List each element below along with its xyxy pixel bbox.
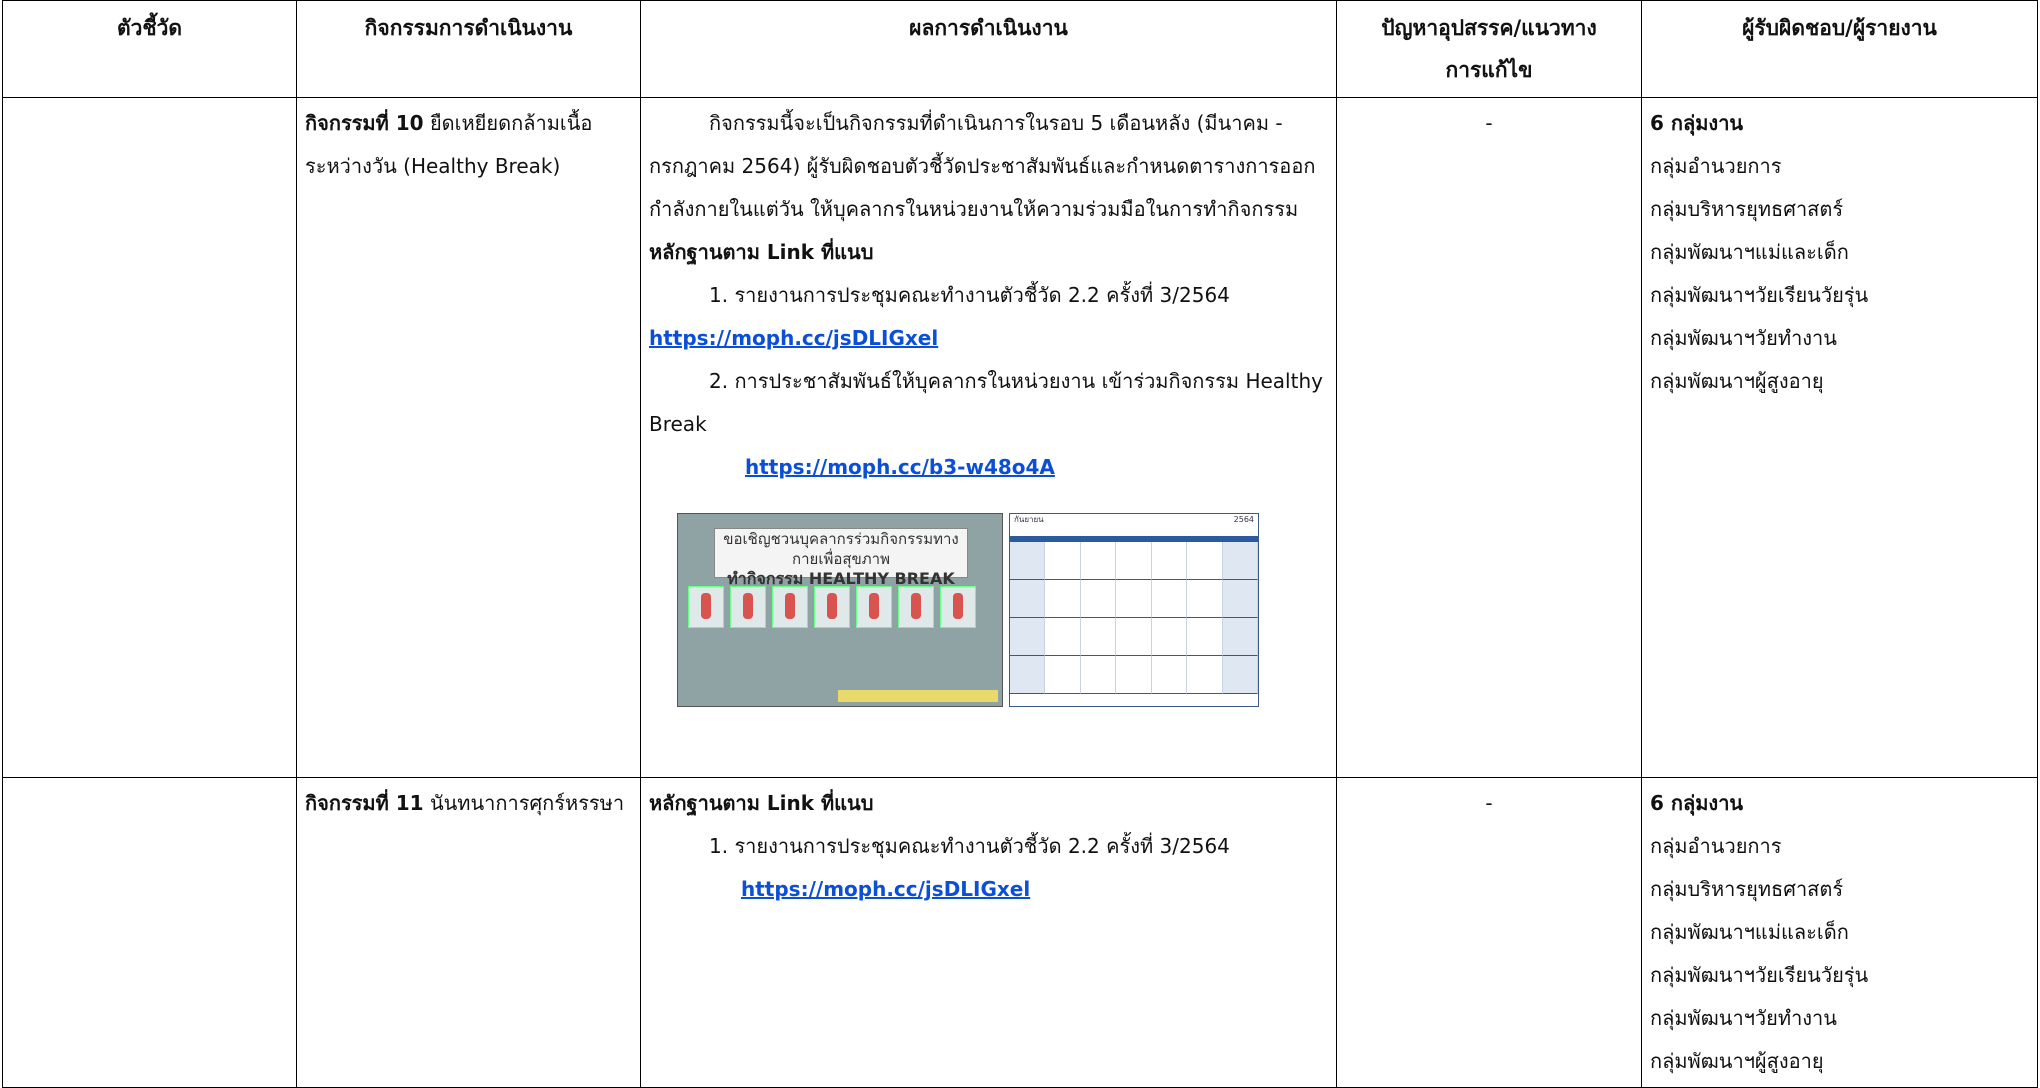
evidence-item-1: 1. รายงานการประชุมคณะทำงานตัวชี้วัด 2.2 … bbox=[709, 834, 1230, 858]
calendar-day bbox=[1222, 656, 1258, 694]
evidence-item-2: 2. การประชาสัมพันธ์ให้บุคลากรในหน่วยงาน … bbox=[649, 369, 1323, 436]
exercise-figure bbox=[898, 586, 934, 628]
evidence-title: หลักฐานตาม Link ที่แนบ bbox=[649, 240, 874, 264]
calendar-day bbox=[1151, 656, 1188, 694]
header-activity: กิจกรรมการดำเนินงาน bbox=[296, 0, 641, 98]
activity-number: กิจกรรมที่ 11 bbox=[305, 791, 424, 815]
calendar-day bbox=[1080, 542, 1117, 580]
owner-item: กลุ่มพัฒนาฯแม่และเด็ก bbox=[1650, 240, 1849, 264]
result-paragraph: กิจกรรมนี้จะเป็นกิจกรรมที่ดำเนินการในรอบ… bbox=[649, 111, 1316, 221]
owner-item: กลุ่มพัฒนาฯวัยเรียนวัยรุ่น bbox=[1650, 963, 1869, 987]
table-row-activity-11: กิจกรรมที่ 11 นันทนาการศุกร์หรรษา หลักฐา… bbox=[2, 777, 2038, 1088]
calendar-day bbox=[1116, 580, 1152, 618]
evidence-title: หลักฐานตาม Link ที่แนบ bbox=[649, 791, 874, 815]
exercise-figure bbox=[940, 586, 976, 628]
indicator-cell bbox=[2, 97, 297, 778]
owner-item: กลุ่มพัฒนาฯผู้สูงอายุ bbox=[1650, 1049, 1824, 1073]
calendar-day bbox=[1116, 656, 1152, 694]
exercise-figure bbox=[730, 586, 766, 628]
poster-exercise-figures bbox=[688, 586, 976, 628]
calendar-day bbox=[1010, 580, 1046, 618]
evidence-item-1: 1. รายงานการประชุมคณะทำงานตัวชี้วัด 2.2 … bbox=[709, 283, 1230, 307]
owner-item: กลุ่มบริหารยุทธศาสตร์ bbox=[1650, 877, 1844, 901]
owner-item: กลุ่มอำนวยการ bbox=[1650, 834, 1782, 858]
owner-item: กลุ่มพัฒนาฯวัยเรียนวัยรุ่น bbox=[1650, 283, 1869, 307]
calendar-day bbox=[1187, 580, 1223, 618]
owner-cell: 6 กลุ่มงาน กลุ่มอำนวยการ กลุ่มบริหารยุทธ… bbox=[1641, 97, 2038, 778]
report-table: ตัวชี้วัด กิจกรรมการดำเนินงาน ผลการดำเนิ… bbox=[2, 0, 2038, 1088]
calendar-day bbox=[1080, 656, 1117, 694]
evidence-link-1[interactable]: https://moph.cc/jsDLIGxel bbox=[741, 877, 1030, 901]
calendar-day bbox=[1151, 618, 1188, 656]
calendar-day bbox=[1010, 618, 1046, 656]
owner-item: กลุ่มพัฒนาฯวัยทำงาน bbox=[1650, 1006, 1837, 1030]
owner-item: กลุ่มพัฒนาฯผู้สูงอายุ bbox=[1650, 369, 1824, 393]
calendar-day bbox=[1080, 618, 1117, 656]
owner-item: กลุ่มบริหารยุทธศาสตร์ bbox=[1650, 197, 1844, 221]
problem-cell: - bbox=[1336, 777, 1642, 1088]
exercise-figure bbox=[688, 586, 724, 628]
calendar-day bbox=[1151, 580, 1188, 618]
activity-number: กิจกรรมที่ 10 bbox=[305, 111, 424, 135]
evidence-link-2[interactable]: https://moph.cc/b3-w48o4A bbox=[745, 455, 1055, 479]
header-indicator: ตัวชี้วัด bbox=[2, 0, 297, 98]
poster-line-1: ขอเชิญชวนบุคลากรร่วมกิจกรรมทางกายเพื่อสุ… bbox=[723, 530, 959, 568]
header-problem: ปัญหาอุปสรรค/แนวทางการแก้ไข bbox=[1336, 0, 1642, 98]
exercise-figure bbox=[772, 586, 808, 628]
result-cell: กิจกรรมนี้จะเป็นกิจกรรมที่ดำเนินการในรอบ… bbox=[640, 97, 1337, 778]
poster-footer-band bbox=[838, 690, 998, 702]
calendar-day bbox=[1010, 656, 1046, 694]
calendar-day bbox=[1187, 542, 1223, 580]
owner-cell: 6 กลุ่มงาน กลุ่มอำนวยการ กลุ่มบริหารยุทธ… bbox=[1641, 777, 2038, 1088]
calendar-day bbox=[1010, 542, 1046, 580]
activity-cell: กิจกรรมที่ 11 นันทนาการศุกร์หรรษา bbox=[296, 777, 641, 1088]
activity-title: นันทนาการศุกร์หรรษา bbox=[423, 791, 625, 815]
calendar-day bbox=[1045, 618, 1081, 656]
indicator-cell bbox=[2, 777, 297, 1088]
exercise-figure bbox=[814, 586, 850, 628]
problem-cell: - bbox=[1336, 97, 1642, 778]
calendar-year: 2564 bbox=[1233, 515, 1254, 524]
owner-item: กลุ่มพัฒนาฯวัยทำงาน bbox=[1650, 326, 1837, 350]
healthy-break-poster-image: ขอเชิญชวนบุคลากรร่วมกิจกรรมทางกายเพื่อสุ… bbox=[677, 513, 1003, 707]
calendar-day bbox=[1080, 580, 1117, 618]
calendar-day bbox=[1116, 542, 1152, 580]
table-row-activity-10: กิจกรรมที่ 10 ยืดเหยียดกล้ามเนื้อระหว่าง… bbox=[2, 97, 2038, 778]
evidence-images: ขอเชิญชวนบุคลากรร่วมกิจกรรมทางกายเพื่อสุ… bbox=[677, 513, 1328, 707]
calendar-day bbox=[1187, 656, 1223, 694]
calendar-day bbox=[1187, 618, 1223, 656]
calendar-header: กันยายน 2564 bbox=[1010, 514, 1258, 536]
calendar-grid bbox=[1010, 542, 1258, 694]
calendar-day bbox=[1222, 618, 1258, 656]
evidence-link-1[interactable]: https://moph.cc/jsDLIGxel bbox=[649, 326, 938, 350]
exercise-calendar-image: กันยายน 2564 bbox=[1009, 513, 1259, 707]
exercise-figure bbox=[856, 586, 892, 628]
header-owner: ผู้รับผิดชอบ/ผู้รายงาน bbox=[1641, 0, 2038, 98]
activity-cell: กิจกรรมที่ 10 ยืดเหยียดกล้ามเนื้อระหว่าง… bbox=[296, 97, 641, 778]
calendar-day bbox=[1222, 580, 1258, 618]
calendar-day bbox=[1045, 542, 1081, 580]
calendar-day bbox=[1045, 656, 1081, 694]
owner-item: กลุ่มอำนวยการ bbox=[1650, 154, 1782, 178]
poster-header: ขอเชิญชวนบุคลากรร่วมกิจกรรมทางกายเพื่อสุ… bbox=[714, 528, 968, 588]
result-cell: หลักฐานตาม Link ที่แนบ 1. รายงานการประชุ… bbox=[640, 777, 1337, 1088]
owner-title: 6 กลุ่มงาน bbox=[1650, 111, 1744, 135]
header-row: ตัวชี้วัด กิจกรรมการดำเนินงาน ผลการดำเนิ… bbox=[2, 0, 2038, 98]
calendar-day bbox=[1222, 542, 1258, 580]
calendar-day bbox=[1116, 618, 1152, 656]
owner-item: กลุ่มพัฒนาฯแม่และเด็ก bbox=[1650, 920, 1849, 944]
owner-title: 6 กลุ่มงาน bbox=[1650, 791, 1744, 815]
calendar-month: กันยายน bbox=[1014, 515, 1044, 524]
header-result: ผลการดำเนินงาน bbox=[640, 0, 1337, 98]
calendar-day bbox=[1151, 542, 1188, 580]
calendar-day bbox=[1045, 580, 1081, 618]
